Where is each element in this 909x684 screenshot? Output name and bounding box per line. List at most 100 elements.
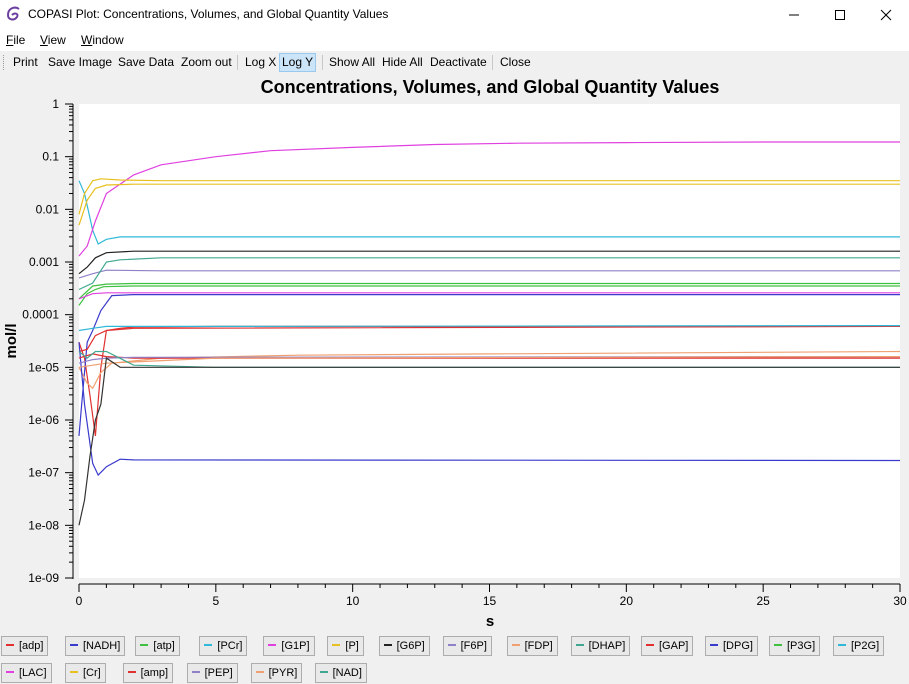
y-tick-label: 1	[52, 97, 59, 111]
legend-item[interactable]: [G6P]	[378, 636, 430, 656]
legend-item[interactable]: [PEP]	[186, 663, 238, 683]
x-tick-label: 30	[893, 594, 907, 608]
maximize-button[interactable]	[817, 0, 863, 29]
legend-swatch	[511, 644, 520, 647]
legend-label: [DPG]	[723, 640, 753, 652]
legend-swatch	[127, 671, 136, 674]
log-x-button[interactable]: Log X	[243, 53, 278, 72]
legend-item[interactable]: [DHAP]	[570, 636, 631, 656]
legend-swatch	[191, 671, 200, 674]
y-tick-label: 0.1	[42, 150, 59, 164]
legend-label: [G1P]	[281, 640, 310, 652]
save-image-button[interactable]: Save Image	[46, 53, 114, 72]
y-tick-label: 1e-07	[28, 466, 59, 480]
legend-swatch	[6, 644, 14, 647]
menu-file[interactable]: File	[6, 33, 25, 47]
title-bar: COPASI Plot: Concentrations, Volumes, an…	[0, 0, 909, 29]
close-plot-button[interactable]: Close	[498, 53, 533, 72]
legend-swatch	[575, 644, 584, 647]
y-tick-label: 1e-09	[28, 571, 59, 585]
legend-item[interactable]: [NADH]	[65, 636, 126, 656]
legend-swatch	[319, 671, 328, 674]
deactivate-button[interactable]: Deactivate	[428, 53, 489, 72]
plot-area: Concentrations, Volumes, and Global Quan…	[0, 74, 909, 632]
legend-label: [LAC]	[19, 667, 47, 679]
legend-swatch	[838, 644, 846, 647]
legend-label: [DHAP]	[588, 640, 626, 652]
close-window-button[interactable]	[863, 0, 909, 29]
show-all-button[interactable]: Show All	[327, 53, 377, 72]
legend-item[interactable]: [P]	[327, 636, 364, 656]
save-data-button[interactable]: Save Data	[116, 53, 176, 72]
y-tick-label: 1e-06	[28, 413, 59, 427]
legend-label: [F6P]	[460, 640, 487, 652]
legend-label: [adp]	[19, 640, 44, 652]
legend-label: [atp]	[153, 640, 175, 652]
zoom-out-button[interactable]: Zoom out	[179, 53, 234, 72]
legend-item[interactable]: [PCr]	[199, 636, 248, 656]
legend-label: [P]	[345, 640, 359, 652]
legend-swatch	[268, 644, 277, 647]
legend-item[interactable]: [G1P]	[263, 636, 315, 656]
legend-swatch	[332, 644, 341, 647]
legend-item[interactable]: [Cr]	[65, 663, 106, 683]
chart-title: Concentrations, Volumes, and Global Quan…	[261, 77, 720, 97]
menu-view[interactable]: View	[40, 33, 66, 47]
legend-item[interactable]: [F6P]	[442, 636, 492, 656]
legend-label: [GAP]	[659, 640, 689, 652]
maximize-icon	[835, 9, 845, 20]
legend-item[interactable]: [amp]	[122, 663, 174, 683]
legend-item[interactable]: [DPG]	[705, 636, 758, 656]
plot-canvas	[79, 104, 900, 578]
print-button[interactable]: Print	[11, 53, 40, 72]
legend-item[interactable]: [PYR]	[250, 663, 303, 683]
y-tick-label: 0.01	[36, 202, 60, 216]
menu-bar: File View Window	[0, 29, 909, 51]
legend-label: [PYR]	[268, 667, 298, 679]
minimize-button[interactable]	[771, 0, 817, 29]
legend-label: [PEP]	[204, 667, 233, 679]
x-axis-label: s	[486, 613, 494, 630]
minimize-icon	[789, 14, 799, 15]
legend-item[interactable]: [GAP]	[641, 636, 694, 656]
hide-all-button[interactable]: Hide All	[380, 53, 425, 72]
legend-swatch	[140, 644, 149, 647]
legend-label: [amp]	[140, 667, 169, 679]
legend-swatch	[710, 644, 718, 647]
log-y-button[interactable]: Log Y	[279, 53, 316, 72]
x-tick-label: 15	[483, 594, 497, 608]
legend-item[interactable]: [NAD]	[314, 663, 367, 683]
legend-swatch	[6, 671, 14, 674]
legend-item[interactable]: [adp]	[1, 636, 49, 656]
legend-label: [P2G]	[851, 640, 880, 652]
x-tick-label: 0	[76, 594, 83, 608]
legend-item[interactable]: [atp]	[135, 636, 180, 656]
x-tick-label: 20	[620, 594, 634, 608]
y-tick-label: 1e-08	[28, 518, 59, 532]
legend-swatch	[204, 644, 213, 647]
chart: Concentrations, Volumes, and Global Quan…	[3, 77, 907, 630]
legend-label: [G6P]	[396, 640, 425, 652]
x-tick-label: 10	[346, 594, 360, 608]
legend-item[interactable]: [LAC]	[1, 663, 52, 683]
legend-label: [P3G]	[787, 640, 816, 652]
copasi-logo-icon	[6, 6, 20, 21]
close-icon	[880, 9, 892, 20]
legend-swatch	[774, 644, 782, 647]
y-axis-label: mol/l	[3, 323, 20, 358]
legend-swatch	[70, 671, 78, 674]
legend-label: [PCr]	[217, 640, 243, 652]
legend-swatch	[383, 644, 392, 647]
toolbar-grip[interactable]	[3, 55, 6, 70]
menu-window[interactable]: Window	[81, 33, 124, 47]
legend-label: [Cr]	[83, 667, 101, 679]
legend-label: [NADH]	[83, 640, 121, 652]
legend-item[interactable]: [FDP]	[506, 636, 558, 656]
legend-item[interactable]: [P3G]	[769, 636, 821, 656]
legend-swatch	[255, 671, 264, 674]
legend-swatch	[447, 644, 456, 647]
x-tick-label: 25	[756, 594, 770, 608]
toolbar-separator	[492, 55, 493, 70]
legend-swatch	[646, 644, 654, 647]
legend-item[interactable]: [P2G]	[833, 636, 885, 656]
